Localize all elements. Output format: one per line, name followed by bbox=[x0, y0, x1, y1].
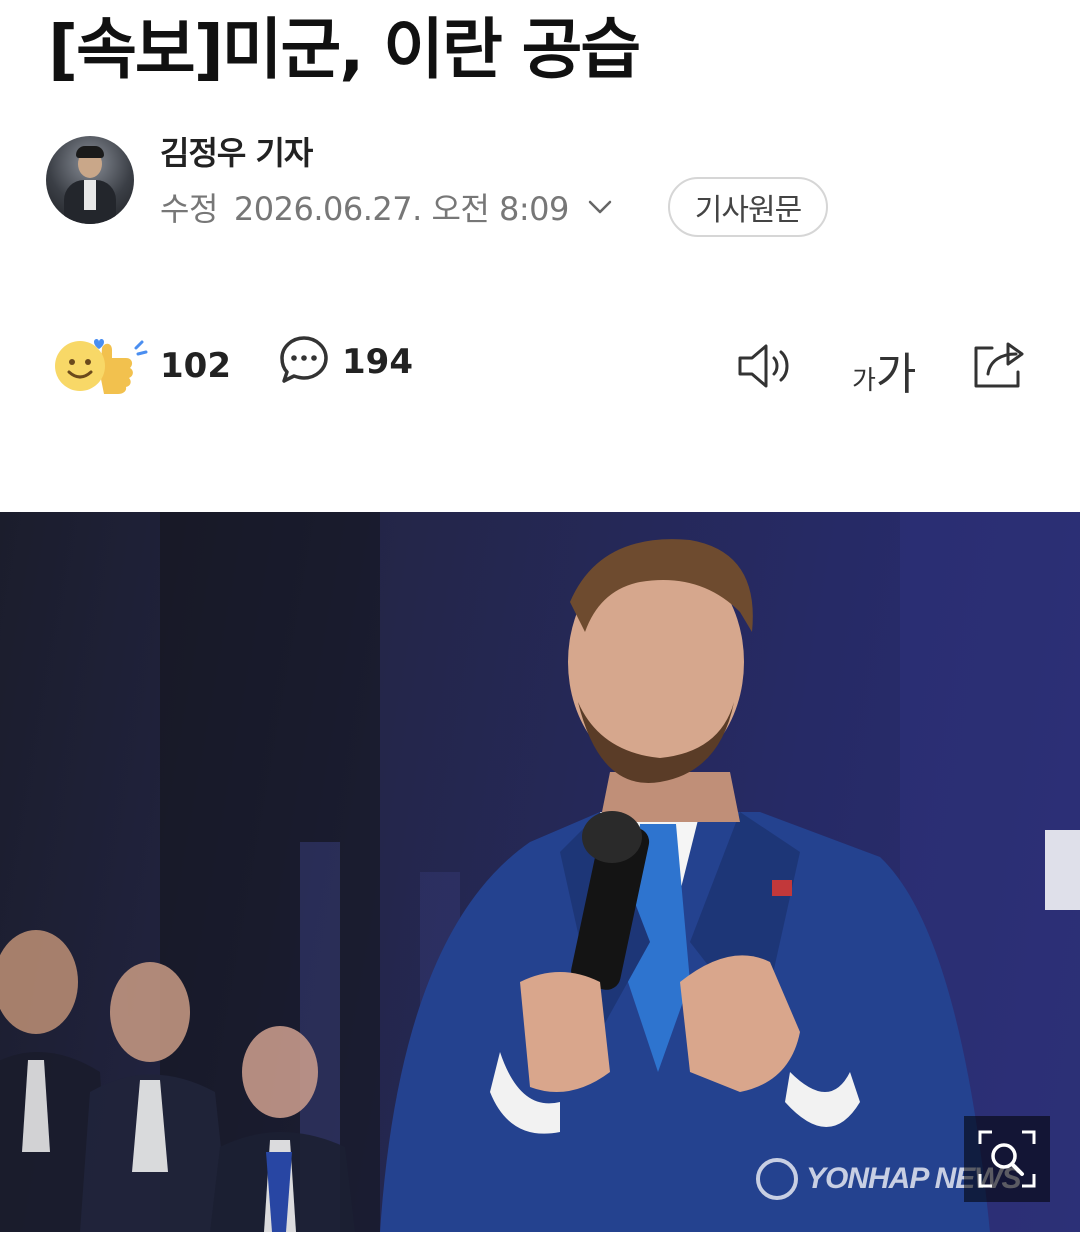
article-meta: 수정 2026.06.27. 오전 8:09 bbox=[160, 184, 615, 230]
comment-count: 194 bbox=[342, 342, 413, 382]
reporter-name[interactable]: 김정우 기자 bbox=[160, 128, 313, 174]
original-article-button[interactable]: 기사원문 bbox=[668, 177, 828, 237]
edited-label: 수정 bbox=[160, 190, 218, 228]
font-small-label: 가 bbox=[852, 366, 876, 396]
article-datetime: 2026.06.27. 오전 8:09 bbox=[233, 190, 569, 228]
headline: [속보]미군, 이란 공습 bbox=[48, 11, 641, 88]
font-size-icon[interactable]: 가가 bbox=[852, 338, 916, 402]
photo-illustration bbox=[0, 512, 1080, 1232]
comment-button[interactable]: 194 bbox=[278, 334, 413, 390]
yonhap-logo-icon bbox=[756, 1158, 798, 1200]
reporter-avatar[interactable] bbox=[46, 136, 134, 224]
speaker-icon[interactable] bbox=[736, 336, 796, 400]
share-icon[interactable] bbox=[970, 336, 1030, 396]
zoom-icon[interactable] bbox=[964, 1116, 1050, 1202]
speech-bubble-icon bbox=[278, 334, 330, 390]
article-page: [속보]미군, 이란 공습 김정우 기자 수정 2026.06.27. 오전 8… bbox=[0, 0, 1080, 1248]
chevron-down-icon[interactable] bbox=[585, 192, 615, 222]
font-large-label: 가 bbox=[875, 349, 917, 400]
reaction-count: 102 bbox=[160, 346, 231, 386]
emoji-reaction-icon bbox=[52, 334, 148, 398]
article-photo[interactable] bbox=[0, 512, 1080, 1232]
reaction-button[interactable]: 102 bbox=[52, 334, 231, 398]
